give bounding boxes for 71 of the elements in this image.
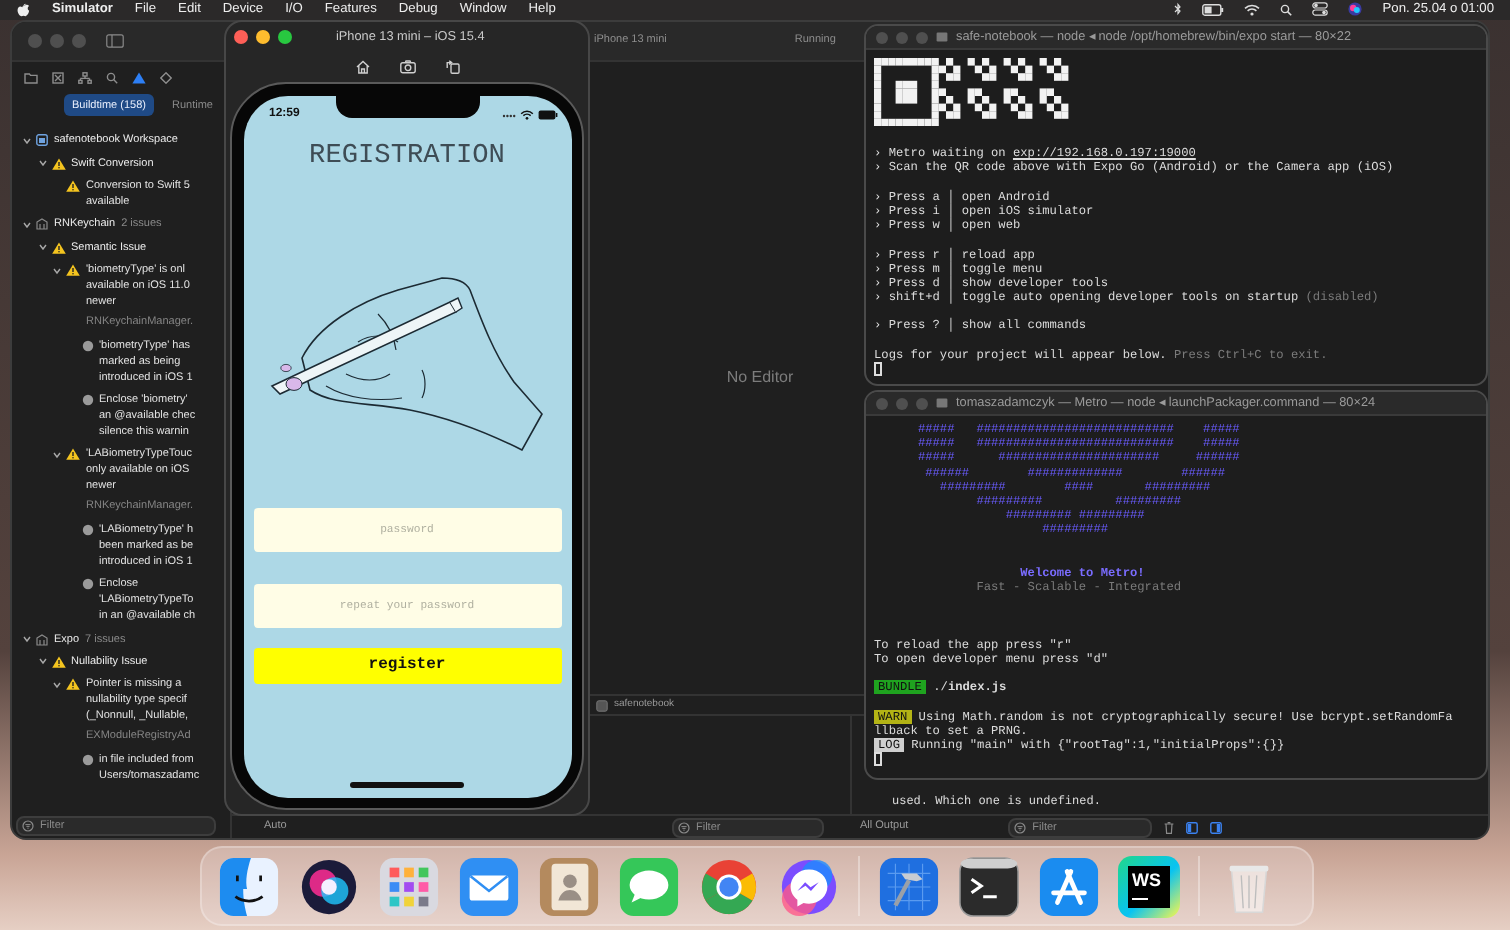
warning-icon	[51, 241, 65, 254]
colorful-orb-icon[interactable]	[298, 855, 360, 917]
app-grid-icon[interactable]	[378, 855, 440, 917]
empty-editor-message: No Editor	[726, 366, 794, 390]
hierarchy-icon[interactable]	[78, 72, 92, 84]
tricolor-circle-icon[interactable]	[698, 855, 760, 917]
disclosure-chevron[interactable]	[37, 158, 47, 169]
disclosure-chevron[interactable]	[22, 634, 32, 645]
filter-icon	[22, 819, 34, 831]
icon-letters: WS	[1132, 869, 1163, 889]
terminal-icon[interactable]	[958, 855, 1020, 917]
register-button[interactable]: register	[253, 647, 561, 683]
chat-bubble-icon[interactable]	[778, 855, 840, 917]
contact-book-icon[interactable]	[538, 855, 600, 917]
folder-icon	[936, 398, 948, 408]
sidebar-toggle-icon[interactable]	[106, 34, 124, 48]
home-icon[interactable]	[355, 59, 369, 73]
hammer-icon[interactable]	[878, 855, 940, 917]
note-icon	[81, 339, 93, 352]
workspace-icon	[36, 134, 48, 147]
warning-icon[interactable]	[132, 72, 146, 84]
disclosure-chevron[interactable]	[22, 219, 32, 230]
disclosure-chevron[interactable]	[52, 449, 62, 460]
camera-icon[interactable]	[399, 59, 415, 73]
minimize-button[interactable]	[256, 30, 270, 44]
rotate-icon[interactable]	[445, 59, 459, 73]
building-icon	[36, 218, 48, 231]
warning-icon	[51, 157, 65, 170]
text-cursor	[874, 362, 882, 376]
warning-icon	[66, 180, 80, 193]
diamond-icon[interactable]	[160, 72, 172, 84]
square-logo-icon[interactable]: WS	[1118, 855, 1180, 917]
disclosure-chevron[interactable]	[52, 679, 62, 690]
zoom-button[interactable]	[278, 30, 292, 44]
toggle-switches-icon[interactable]	[1312, 2, 1329, 17]
disclosure-chevron[interactable]	[52, 265, 62, 276]
note-icon	[81, 578, 93, 591]
screen-title: REGISTRATION	[307, 143, 507, 171]
folder-icon[interactable]	[24, 72, 38, 84]
crossed-box-icon[interactable]	[52, 72, 64, 84]
two-tone-face-icon[interactable]	[218, 855, 280, 917]
building-icon	[36, 633, 48, 646]
bluetooth-icon[interactable]	[1174, 2, 1183, 17]
disclosure-chevron[interactable]	[37, 656, 47, 667]
filter-icon	[678, 821, 690, 833]
note-icon	[81, 753, 93, 766]
colorful-orb-icon[interactable]	[1348, 2, 1363, 17]
camera-notch	[335, 95, 479, 117]
warning-icon	[66, 678, 80, 691]
disclosure-chevron[interactable]	[22, 135, 32, 146]
note-icon	[81, 523, 93, 536]
envelope-icon[interactable]	[458, 855, 520, 917]
text-cursor	[874, 752, 882, 767]
filter-icon	[1014, 821, 1027, 833]
battery-icon	[537, 110, 557, 120]
warning-icon	[66, 264, 80, 277]
app-target-icon	[596, 699, 608, 711]
apple-icon[interactable]	[16, 2, 30, 18]
warning-icon	[51, 655, 65, 668]
trash-icon[interactable]	[1164, 821, 1175, 833]
disclosure-chevron[interactable]	[37, 242, 47, 253]
folder-icon	[936, 32, 948, 42]
warning-icon	[66, 448, 80, 461]
wifi-icon[interactable]	[1244, 3, 1261, 16]
search-icon[interactable]	[106, 72, 118, 84]
crossed-sticks-icon[interactable]	[1038, 855, 1100, 917]
close-button[interactable]	[234, 30, 248, 44]
battery-icon[interactable]	[1202, 3, 1225, 16]
home-indicator	[350, 781, 464, 787]
wifi-icon	[519, 110, 533, 120]
note-icon	[81, 393, 93, 406]
